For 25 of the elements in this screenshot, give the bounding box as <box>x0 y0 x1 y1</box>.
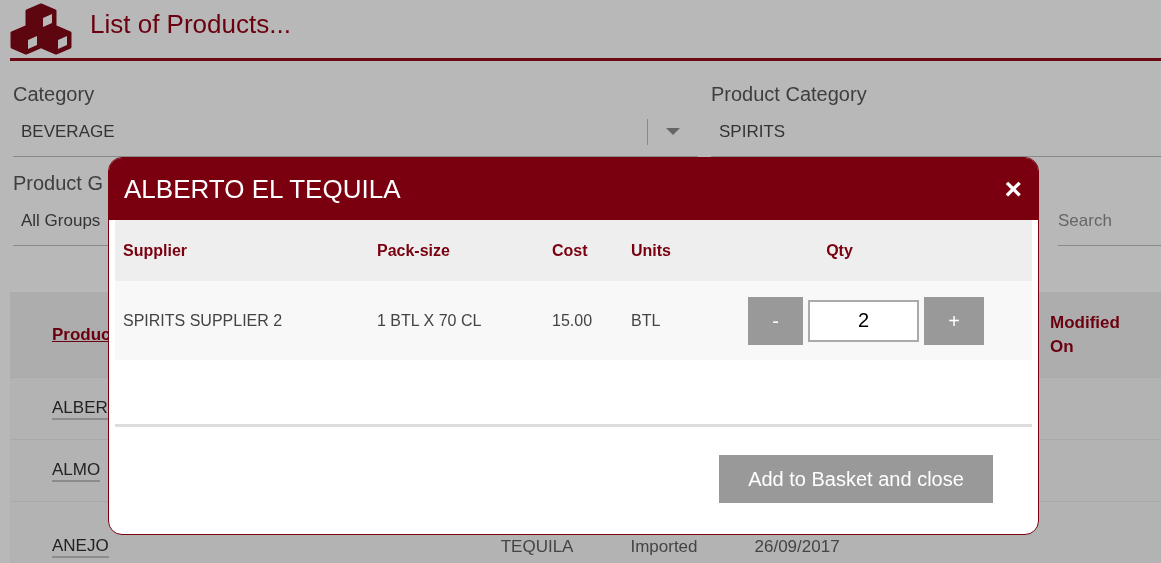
column-header: Supplier <box>123 240 188 261</box>
table-cell-text: BTL <box>631 310 662 331</box>
page-title: List of Products... <box>90 7 291 41</box>
table-cell-text: TEQUILA <box>500 535 574 558</box>
search-field[interactable]: Search <box>1058 196 1161 246</box>
product-link[interactable]: ANEJO <box>52 535 109 558</box>
table-cell-text: 15.00 <box>552 310 594 331</box>
table-cell-text: 1 BTL X 70 CL <box>377 310 483 331</box>
table-cell-text: Imported <box>630 535 698 558</box>
quantity-field[interactable]: 2 <box>808 299 919 342</box>
table-cell-text: SPIRITS SUPPLIER 2 <box>123 310 284 331</box>
dialog-title: ALBERTO EL TEQUILA <box>124 172 401 206</box>
column-header: Cost <box>552 240 589 261</box>
field-label: Product G <box>13 171 104 196</box>
column-header: Pack-size <box>377 240 451 261</box>
close-button[interactable]: × <box>1004 174 1022 204</box>
column-header: Modified On <box>1050 311 1121 358</box>
column-header: Qty <box>825 240 854 261</box>
caret-icon <box>666 128 680 135</box>
cubes-icon <box>10 3 72 55</box>
field-label: Product Category <box>711 82 867 107</box>
table-cell-text: 26/09/2017 <box>754 535 840 558</box>
column-header: Units <box>631 240 672 261</box>
field-label: Category <box>13 82 95 107</box>
product-link[interactable]: ALMO <box>52 459 101 482</box>
